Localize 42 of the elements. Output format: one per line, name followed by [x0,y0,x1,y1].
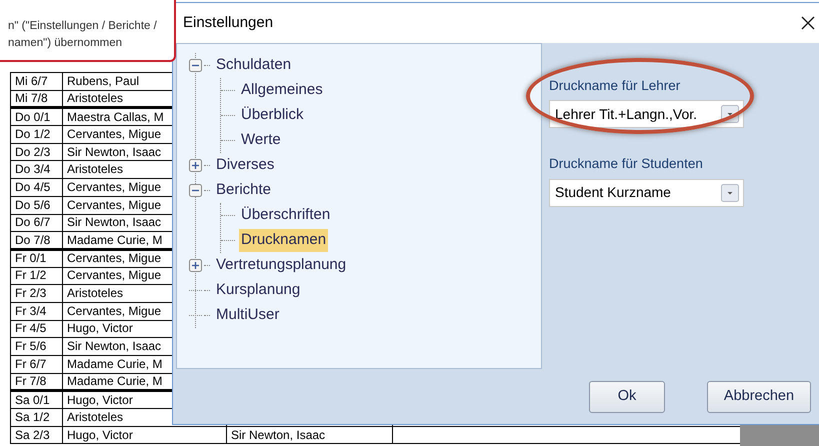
table-cell: Do 2/3 [10,143,62,161]
tree-item[interactable]: Überschriften [239,204,332,227]
table-cell: Do 0/1 [10,108,62,126]
expand-icon[interactable] [189,259,202,272]
table-cell: Do 6/7 [10,214,62,232]
table-cell: Mi 7/8 [10,90,62,108]
table-cell: Fr 0/1 [10,249,62,268]
dropdown-field[interactable]: Student Kurzname [549,178,744,206]
field-label: Druckname für Studenten [549,155,704,174]
tree-item[interactable]: Überblick [239,104,306,127]
table-cell: Fr 6/7 [10,356,62,374]
field-label: Druckname für Lehrer [549,77,682,95]
collapse-icon[interactable] [189,59,202,72]
table-cell: Fr 2/3 [10,284,62,302]
table-cell: Do 1/2 [10,126,62,144]
table-cell: Sa 0/1 [10,390,62,409]
expand-icon[interactable] [189,159,202,172]
dialog-button[interactable]: Abbrechen [707,380,811,412]
dialog-button[interactable]: Ok [589,380,665,412]
table-cell: Sa 1/2 [10,408,62,426]
table-cell: Fr 7/8 [10,373,62,391]
table-cell: Fr 3/4 [10,302,62,320]
table-cell: Sa 2/3 [10,426,62,444]
dropdown-field[interactable]: Lehrer Tit.+Langn.,Vor. [549,100,744,128]
table-cell: Fr 4/5 [10,320,62,338]
table-cell: Mi 6/7 [10,72,62,90]
collapse-icon[interactable] [189,184,202,197]
table-cell: Do 3/4 [10,160,62,179]
callout-text: namen") übernommen [8,36,124,51]
table-cell: Hugo, Victor [62,426,226,444]
tree-item[interactable]: Drucknamen [239,229,328,252]
table-cell: Fr 1/2 [10,267,62,285]
table-cell: Do 7/8 [10,232,62,250]
table-cell: Do 4/5 [10,178,62,196]
callout-text: n" ("Einstellungen / Berichte / [8,19,158,34]
table-cell: Do 5/6 [10,196,62,214]
table-cell: Fr 5/6 [10,338,62,356]
tree-item[interactable]: Werte [239,129,283,152]
table-cell: Sir Newton, Isaac [226,426,392,444]
window-title: Einstellungen [183,12,274,33]
tree-item[interactable]: Allgemeines [239,79,325,102]
close-icon[interactable] [801,16,815,30]
